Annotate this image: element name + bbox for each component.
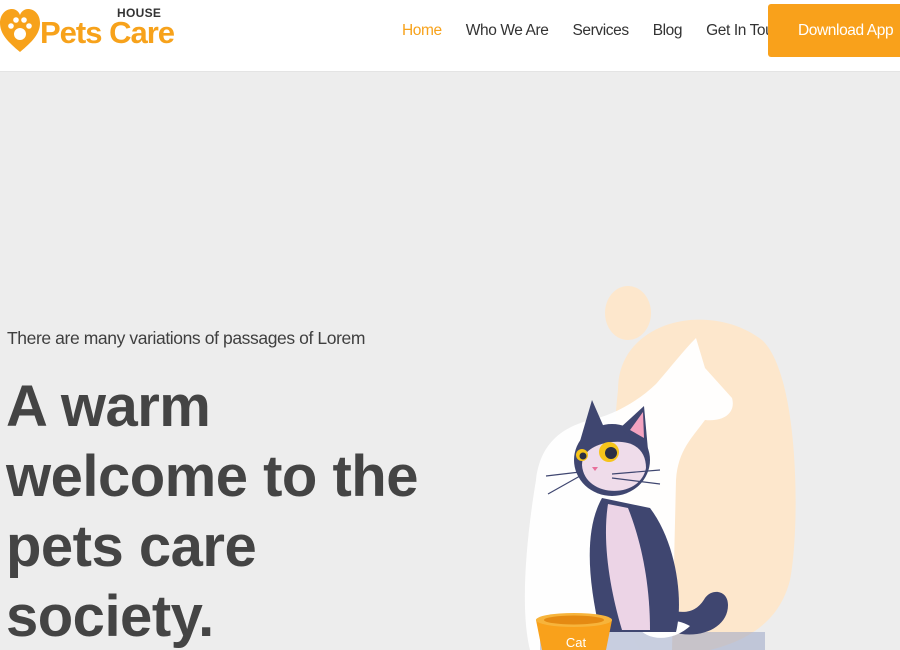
heart-paw-icon	[0, 9, 40, 52]
nav-item-blog[interactable]: Blog	[653, 22, 683, 40]
brand-logo[interactable]: HOUSE Pets Care	[0, 5, 175, 57]
bowl-label: Cat	[566, 635, 587, 650]
hero-headline: A warm welcome to the pets care society.	[6, 374, 418, 649]
brand-name: Pets Care	[40, 15, 175, 50]
nav-item-services[interactable]: Services	[572, 22, 629, 40]
nav-item-home[interactable]: Home	[402, 22, 442, 40]
hero-subtitle: There are many variations of passages of…	[7, 328, 366, 348]
cat-illustration: Cat	[524, 286, 796, 650]
main-nav: Home Who We Are Services Blog Get In Tou…	[380, 21, 789, 41]
site-header: HOUSE Pets Care Home Who We Are Services…	[0, 0, 900, 72]
nav-item-who-we-are[interactable]: Who We Are	[466, 22, 549, 40]
download-app-button[interactable]: Download App	[768, 4, 900, 57]
